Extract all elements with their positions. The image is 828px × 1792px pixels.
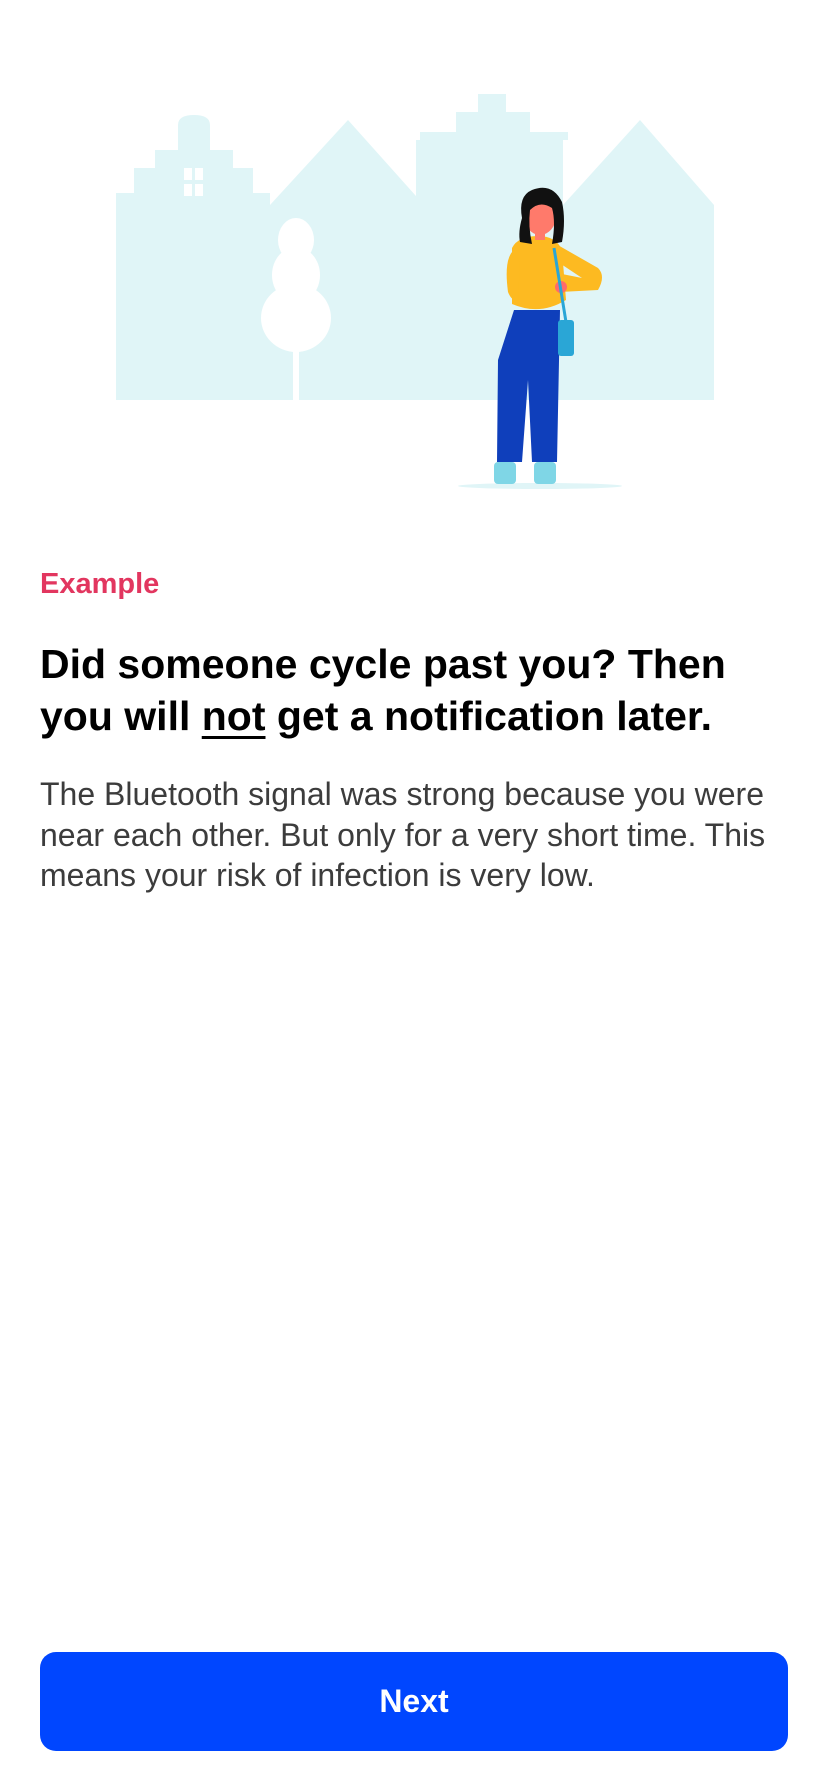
street-illustration <box>116 94 714 489</box>
page-title: Did someone cycle past you? Then you wil… <box>40 638 790 742</box>
title-tail: get a notification later. <box>265 693 713 739</box>
right-shoe <box>534 462 556 484</box>
explanation-text: The Bluetooth signal was strong because … <box>40 776 766 893</box>
title-emphasis: not <box>201 693 266 739</box>
left-shoe <box>494 462 516 484</box>
next-button[interactable]: Next <box>40 1652 788 1751</box>
gable-house-right <box>563 120 714 400</box>
houses-background <box>116 94 714 400</box>
example-label: Example <box>40 568 160 600</box>
shoulder-bag <box>558 320 574 356</box>
stepped-house <box>116 115 270 400</box>
